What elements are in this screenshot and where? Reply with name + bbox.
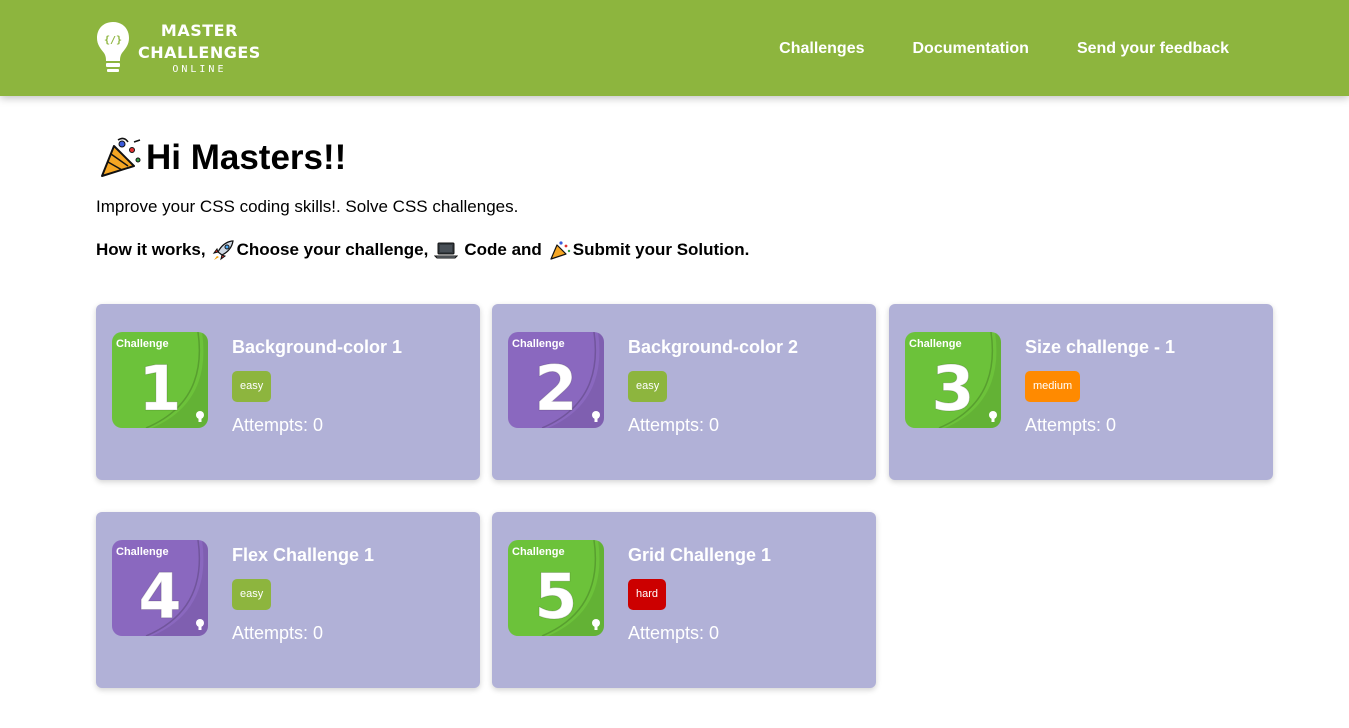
challenge-card-3[interactable]: Challenge 3 Size challenge - 1 medium At…	[889, 304, 1273, 480]
difficulty-badge: medium	[1025, 371, 1081, 402]
thumb-number: 5	[534, 560, 577, 633]
intro-text: Improve your CSS coding skills!. Solve C…	[96, 197, 519, 216]
page-title-text: Hi Masters!!	[146, 138, 347, 177]
lightbulb-icon: {/}	[97, 22, 129, 72]
challenge-title[interactable]: Background-color 2	[628, 336, 798, 358]
laptop-icon	[434, 242, 459, 259]
attempts-count: Attempts: 0	[1025, 415, 1117, 435]
how-it-works: How it works, Choose your challenge, Cod…	[96, 239, 749, 261]
rocket-icon	[212, 240, 234, 261]
difficulty-badge: easy	[232, 371, 272, 402]
attempts-count: Attempts: 0	[232, 623, 324, 643]
attempts-count: Attempts: 0	[232, 415, 324, 435]
page-title: Hi Masters!!	[96, 136, 346, 180]
difficulty-badge: hard	[628, 579, 667, 610]
party-popper-icon	[101, 137, 141, 177]
main-nav: Challenges Documentation Send your feedb…	[779, 38, 1229, 60]
challenge-title[interactable]: Size challenge - 1	[1025, 336, 1175, 358]
challenge-thumbnail: Challenge 4	[112, 540, 208, 636]
brand-line-2: CHALLENGES	[138, 43, 261, 62]
thumb-number: 3	[931, 352, 974, 425]
difficulty-badge: easy	[232, 579, 272, 610]
challenge-thumbnail: Challenge 2	[508, 332, 604, 428]
challenge-card-2[interactable]: Challenge 2 Background-color 2 easy Atte…	[492, 304, 876, 480]
challenge-title[interactable]: Background-color 1	[232, 336, 402, 358]
challenge-title[interactable]: Flex Challenge 1	[232, 544, 374, 566]
brand-line-1: MASTER	[160, 21, 238, 40]
thumb-label: Challenge	[909, 338, 962, 350]
thumb-label: Challenge	[512, 338, 565, 350]
attempts-count: Attempts: 0	[628, 623, 720, 643]
how-prefix: How it works,	[96, 240, 206, 259]
challenge-thumbnail: Challenge 3	[905, 332, 1001, 428]
challenge-card-1[interactable]: Challenge 1 Background-color 1 easy Atte…	[96, 304, 480, 480]
thumb-label: Challenge	[512, 546, 565, 558]
brand-line-3: ONLINE	[172, 64, 227, 75]
thumb-number: 4	[138, 560, 181, 633]
difficulty-badge: easy	[628, 371, 668, 402]
challenge-thumbnail: Challenge 5	[508, 540, 604, 636]
nav-challenges[interactable]: Challenges	[779, 38, 864, 60]
challenge-title[interactable]: Grid Challenge 1	[628, 544, 771, 566]
thumb-number: 1	[138, 352, 181, 425]
attempts-count: Attempts: 0	[628, 415, 720, 435]
party-popper-icon	[550, 241, 570, 260]
brand-logo[interactable]: {/} MASTER CHALLENGES ONLINE	[96, 20, 261, 76]
thumb-number: 2	[534, 352, 577, 425]
top-navbar: {/} MASTER CHALLENGES ONLINE Challenges …	[0, 0, 1349, 96]
step-code: Code and	[464, 240, 542, 259]
svg-text:{/}: {/}	[104, 35, 122, 46]
challenge-thumbnail: Challenge 1	[112, 332, 208, 428]
step-choose: Choose your challenge,	[236, 240, 429, 259]
step-submit: Submit your Solution.	[572, 240, 750, 259]
nav-documentation[interactable]: Documentation	[913, 38, 1029, 60]
nav-send-feedback[interactable]: Send your feedback	[1077, 38, 1229, 60]
thumb-label: Challenge	[116, 338, 169, 350]
thumb-label: Challenge	[116, 546, 169, 558]
challenge-card-5[interactable]: Challenge 5 Grid Challenge 1 hard Attemp…	[492, 512, 876, 688]
challenge-card-4[interactable]: Challenge 4 Flex Challenge 1 easy Attemp…	[96, 512, 480, 688]
